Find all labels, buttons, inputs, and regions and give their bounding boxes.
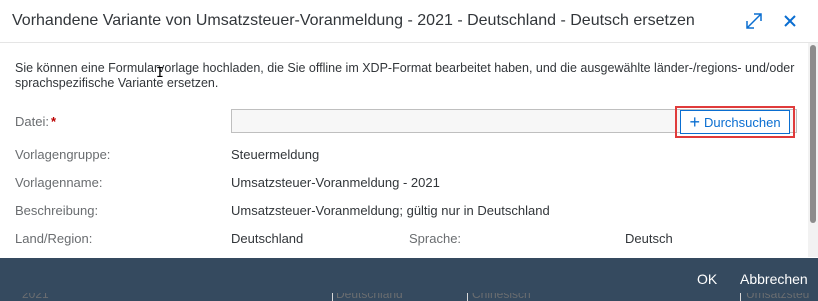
plus-icon: + [689, 112, 700, 132]
description-value: Umsatzsteuer-Voranmeldung; gültig nur in… [231, 203, 550, 218]
country-label: Land/Region: [15, 231, 93, 246]
ok-button[interactable]: OK [697, 271, 717, 287]
intro-text: Sie können eine Formularvorlage hochlade… [15, 61, 795, 90]
browse-button-label: Durchsuchen [703, 114, 781, 130]
resize-icon [745, 12, 763, 35]
template-name-value: Umsatzsteuer-Voranmeldung - 2021 [231, 175, 440, 190]
bg-divider [467, 293, 468, 301]
template-group-value: Steuermeldung [231, 147, 320, 162]
template-name-label: Vorlagenname: [15, 175, 103, 190]
country-value: Deutschland [231, 231, 304, 246]
background-table-row: 2021 Deutschland Chinesisch Umsatzsteu [0, 293, 818, 301]
language-label: Sprache: [409, 231, 462, 246]
template-group-label: Vorlagengruppe: [15, 147, 111, 162]
file-label: Datei: * [15, 114, 56, 129]
close-icon [783, 14, 797, 33]
language-value: Deutsch [625, 231, 673, 246]
replace-variant-dialog: Vorhandene Variante von Umsatzsteuer-Vor… [0, 0, 818, 301]
dialog-title: Vorhandene Variante von Umsatzsteuer-Vor… [12, 12, 695, 29]
text-cursor-icon: I [156, 66, 164, 81]
cancel-button[interactable]: Abbrechen [740, 271, 808, 287]
scrollbar-thumb[interactable] [810, 45, 816, 223]
dialog-content: Sie können eine Formularvorlage hochlade… [0, 43, 808, 257]
bg-cell-language: Chinesisch [472, 293, 531, 301]
bg-cell-year: 2021 [22, 293, 49, 301]
close-button[interactable] [779, 12, 801, 34]
dialog-header: Vorhandene Variante von Umsatzsteuer-Vor… [0, 0, 818, 43]
file-label-text: Datei: [15, 114, 49, 129]
required-marker: * [50, 114, 57, 129]
browse-button[interactable]: + Durchsuchen [680, 110, 790, 134]
bg-divider [740, 293, 741, 301]
description-label: Beschreibung: [15, 203, 99, 218]
bg-divider [332, 293, 333, 301]
resize-button[interactable] [743, 12, 765, 34]
bg-cell-name: Umsatzsteu [746, 293, 810, 301]
bg-cell-country: Deutschland [336, 293, 403, 301]
